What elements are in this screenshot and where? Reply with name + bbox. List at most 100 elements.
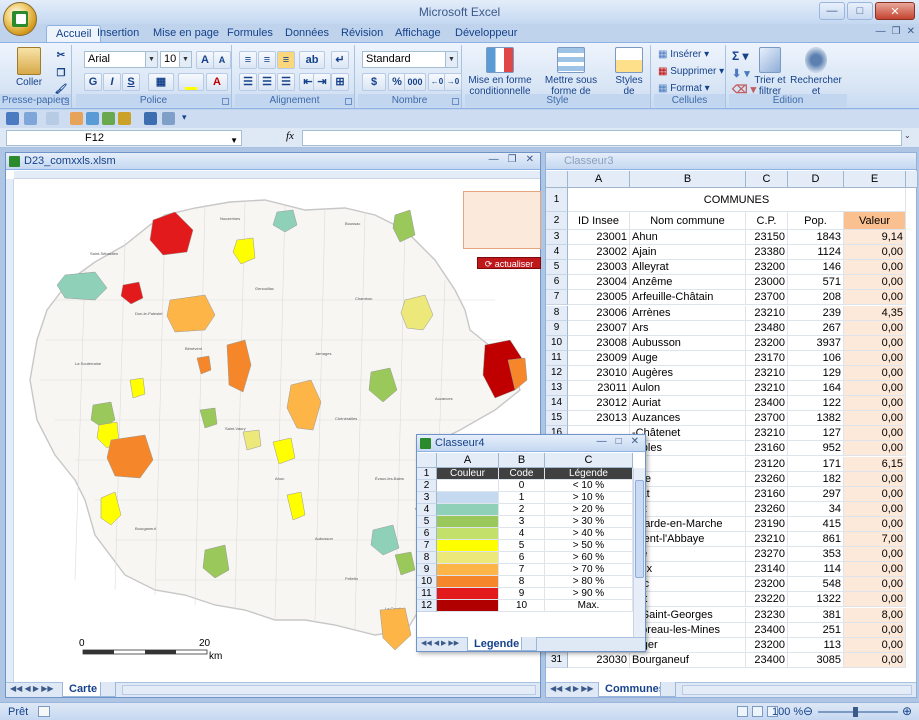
actualiser-button[interactable]: ⟳ actualiser — [477, 257, 541, 269]
legend-column-a[interactable]: A — [437, 453, 499, 468]
legend-color-swatch[interactable] — [437, 564, 499, 576]
legend-row-header[interactable]: 2 — [417, 480, 437, 492]
tab-affichage[interactable]: Affichage — [386, 25, 450, 42]
formula-input[interactable] — [302, 130, 902, 146]
doc-close-icon[interactable]: ✕ — [907, 26, 915, 37]
merge-cells-icon[interactable]: ⊞ — [331, 73, 349, 91]
cell-valeur[interactable]: 0,00 — [844, 486, 906, 502]
restore-icon[interactable]: ❐ — [508, 154, 517, 165]
legend-label[interactable]: > 40 % — [545, 528, 633, 540]
close-icon[interactable]: ✕ — [631, 436, 639, 447]
increase-indent-icon[interactable]: ⇥ — [313, 73, 331, 91]
row-header[interactable]: 6 — [546, 275, 568, 291]
cell-cp[interactable]: 23230 — [746, 607, 788, 623]
row-header[interactable]: 14 — [546, 396, 568, 412]
paint-icon[interactable] — [162, 112, 175, 125]
align-top-icon[interactable]: ≡ — [239, 51, 257, 69]
undo-icon[interactable] — [24, 112, 37, 125]
cell-valeur[interactable]: 0,00 — [844, 320, 906, 336]
align-right-icon[interactable]: ☰ — [277, 73, 295, 91]
cell-nom-commune[interactable]: roger — [630, 637, 746, 653]
close-icon[interactable]: ✕ — [875, 2, 915, 20]
autosum-icon[interactable]: Σ ▾ — [731, 47, 750, 65]
cell-pop[interactable]: 1322 — [788, 592, 844, 608]
sheet-nav-arrows[interactable]: ◀◀ ◀ ▶ ▶▶ — [550, 684, 594, 693]
cell-cp[interactable]: 23210 — [746, 381, 788, 397]
sheet-nav-arrows[interactable]: ◀◀ ◀ ▶ ▶▶ — [421, 639, 459, 647]
cell-cp[interactable]: 23400 — [746, 622, 788, 638]
legend-color-swatch[interactable] — [437, 540, 499, 552]
legend-code[interactable]: 8 — [499, 576, 545, 588]
redo-icon[interactable] — [46, 112, 59, 125]
cell-cp[interactable]: 23220 — [746, 592, 788, 608]
cell-valeur[interactable]: 4,35 — [844, 305, 906, 321]
legend-label[interactable]: > 50 % — [545, 540, 633, 552]
office-button[interactable] — [3, 2, 37, 36]
clipboard-dialog-launcher[interactable] — [62, 98, 69, 105]
cell-nom-commune[interactable]: Arrènes — [630, 305, 746, 321]
zoom-slider-thumb[interactable] — [853, 707, 858, 717]
cell-cp[interactable]: 23190 — [746, 516, 788, 532]
cell-pop[interactable]: 127 — [788, 426, 844, 442]
row-header[interactable]: 8 — [546, 305, 568, 321]
legend-code[interactable]: 10 — [499, 600, 545, 612]
legend-vertical-scrollbar[interactable] — [633, 468, 645, 637]
legend-row-header[interactable]: 5 — [417, 516, 437, 528]
cell-pop[interactable]: 415 — [788, 516, 844, 532]
font-size-select[interactable]: 10 ▼ — [160, 51, 192, 68]
cell-pop[interactable]: 129 — [788, 365, 844, 381]
zoom-level[interactable]: 100 % — [772, 706, 803, 718]
cell-nom-commune[interactable]: d-Saint-Georges — [630, 607, 746, 623]
cell-valeur[interactable]: 0,00 — [844, 365, 906, 381]
orientation-icon[interactable]: ab — [299, 51, 325, 69]
legend-label[interactable]: > 80 % — [545, 576, 633, 588]
cut-icon[interactable]: ✂ — [52, 47, 70, 65]
legend-code[interactable]: 9 — [499, 588, 545, 600]
header-nom-commune[interactable]: Nom commune — [630, 212, 746, 230]
cell-nom-commune[interactable]: Bourganeuf — [630, 652, 746, 668]
cell-pop[interactable]: 3085 — [788, 652, 844, 668]
currency-icon[interactable]: $ — [362, 73, 386, 91]
legend-code[interactable]: 2 — [499, 504, 545, 516]
cell-cp[interactable]: 23200 — [746, 577, 788, 593]
cell-valeur[interactable]: 0,00 — [844, 622, 906, 638]
legend-color-swatch[interactable] — [437, 528, 499, 540]
number-format-select[interactable]: Standard ▼ — [362, 51, 458, 68]
legend-row-header[interactable]: 10 — [417, 576, 437, 588]
thousands-button[interactable]: 000 — [404, 73, 426, 91]
number-dialog-launcher[interactable] — [452, 98, 459, 105]
cell-nom-commune[interactable]: Aulon — [630, 381, 746, 397]
doc-minimize-icon[interactable]: — — [876, 26, 886, 37]
cell-cp[interactable]: 23480 — [746, 320, 788, 336]
cell-id-insee[interactable]: 23005 — [568, 290, 630, 306]
communes-title-cell[interactable]: COMMUNES — [568, 188, 906, 212]
cell-id-insee[interactable]: 23008 — [568, 335, 630, 351]
paste-button[interactable]: Coller — [14, 47, 44, 88]
cell-valeur[interactable]: 0,00 — [844, 260, 906, 276]
align-middle-icon[interactable]: ≡ — [258, 51, 276, 69]
cell-valeur[interactable]: 6,15 — [844, 456, 906, 472]
legend-color-swatch[interactable] — [437, 492, 499, 504]
italic-button[interactable]: I — [103, 73, 121, 91]
legend-row-header[interactable]: 9 — [417, 564, 437, 576]
minimize-icon[interactable]: — — [597, 436, 607, 447]
cell-nom-commune[interactable]: egarde-en-Marche — [630, 516, 746, 532]
horizontal-scrollbar[interactable] — [122, 685, 536, 695]
new-sheet-icon[interactable] — [521, 637, 537, 651]
row-header[interactable]: 31 — [546, 652, 568, 668]
cell-id-insee[interactable]: 23002 — [568, 245, 630, 261]
cell-pop[interactable]: 952 — [788, 441, 844, 457]
header-valeur[interactable]: Valeur — [844, 212, 906, 230]
fx-icon[interactable]: fx — [286, 130, 294, 142]
legend-row-header[interactable]: 12 — [417, 600, 437, 612]
zoom-slider-track[interactable] — [818, 711, 898, 713]
cell-nom-commune[interactable]: nat — [630, 592, 746, 608]
cell-cp[interactable]: 23210 — [746, 426, 788, 442]
cell-valeur[interactable]: 0,00 — [844, 381, 906, 397]
new-sheet-icon[interactable] — [100, 682, 116, 697]
cell-pop[interactable]: 353 — [788, 547, 844, 563]
new-sheet-icon[interactable] — [660, 682, 676, 697]
minimize-icon[interactable]: — — [819, 2, 845, 20]
cell-id-insee[interactable]: 23003 — [568, 260, 630, 276]
minimize-icon[interactable]: — — [489, 154, 499, 165]
